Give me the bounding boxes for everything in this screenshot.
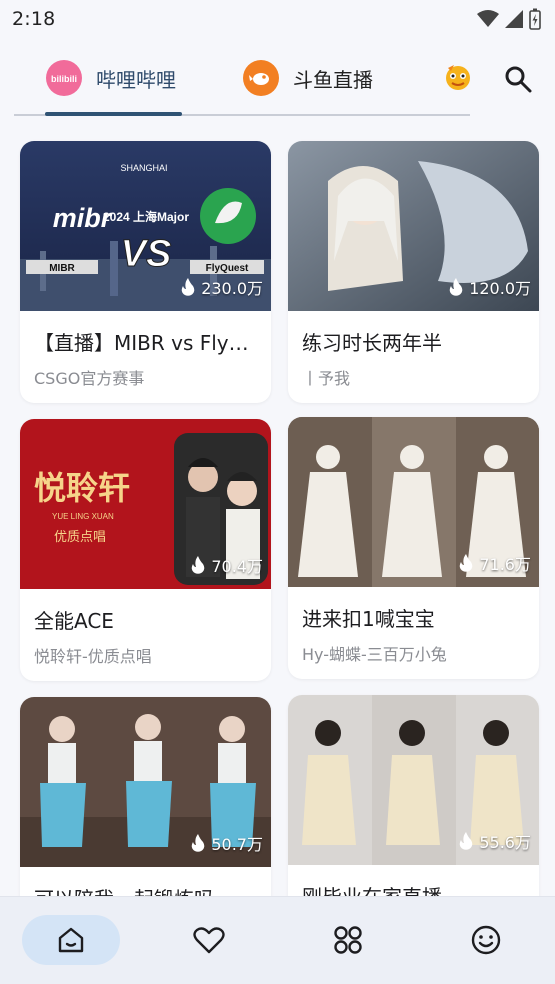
svg-text:悦聆轩: 悦聆轩 bbox=[34, 469, 130, 507]
card-title: 【直播】MIBR vs FlyQuest bbox=[34, 331, 259, 355]
viewer-count: 230.0万 bbox=[181, 275, 263, 299]
battery-icon bbox=[529, 8, 541, 30]
viewer-count: 120.0万 bbox=[449, 275, 531, 299]
card-thumbnail: 71.6万 bbox=[288, 417, 539, 587]
flame-icon bbox=[192, 834, 205, 852]
tab-label: 哔哩哔哩 bbox=[96, 67, 176, 92]
card-thumbnail: 悦聆轩 YUE LING XUAN 优质点唱 70.4万 bbox=[20, 419, 271, 589]
live-card[interactable]: SHANGHAI mibr 2024 上海Major VS MIBR FlyQu… bbox=[20, 141, 271, 403]
live-card[interactable]: 71.6万 进来扣1喊宝宝 Hy-蝴蝶-三百万小兔 bbox=[288, 417, 539, 679]
tab-douyu[interactable]: 斗鱼直播 bbox=[243, 58, 373, 98]
card-subtitle: Hy-蝴蝶-三百万小兔 bbox=[302, 645, 447, 664]
card-thumbnail: 120.0万 bbox=[288, 141, 539, 311]
flame-icon bbox=[192, 556, 205, 574]
viewer-count-text: 71.6万 bbox=[479, 555, 531, 574]
apps-icon bbox=[334, 926, 362, 954]
viewer-count-text: 120.0万 bbox=[469, 279, 531, 298]
card-subtitle: 丨予我 bbox=[302, 369, 351, 388]
flame-icon bbox=[460, 832, 473, 850]
smile-icon bbox=[471, 925, 501, 955]
viewer-count: 71.6万 bbox=[459, 551, 531, 575]
live-card[interactable]: 50.7万 可以陪我一起锻炼吗~ bbox=[20, 697, 271, 898]
nav-favorites[interactable] bbox=[160, 915, 258, 965]
live-card[interactable]: 悦聆轩 YUE LING XUAN 优质点唱 70.4万 全能ACE 悦聆轩-优… bbox=[20, 419, 271, 681]
huya-logo-icon[interactable] bbox=[443, 62, 473, 92]
nav-apps[interactable] bbox=[299, 915, 397, 965]
bottom-navigation bbox=[0, 896, 555, 984]
viewer-count-text: 50.7万 bbox=[211, 835, 263, 854]
bilibili-logo-icon: bilibili bbox=[46, 60, 82, 96]
svg-text:FlyQuest: FlyQuest bbox=[206, 263, 249, 274]
svg-text:YUE LING XUAN: YUE LING XUAN bbox=[52, 512, 114, 521]
flame-icon bbox=[181, 278, 195, 296]
signal-icon bbox=[505, 10, 523, 28]
svg-text:MIBR: MIBR bbox=[49, 263, 75, 274]
status-bar: 2:18 bbox=[0, 0, 555, 38]
card-title: 练习时长两年半 bbox=[302, 331, 442, 355]
card-subtitle: CSGO官方赛事 bbox=[34, 369, 145, 388]
viewer-count-text: 55.6万 bbox=[479, 833, 531, 852]
viewer-count: 55.6万 bbox=[459, 829, 531, 853]
tab-label: 斗鱼直播 bbox=[293, 67, 373, 92]
nav-home[interactable] bbox=[22, 915, 120, 965]
douyu-logo-icon bbox=[243, 60, 279, 96]
svg-text:SHANGHAI: SHANGHAI bbox=[120, 163, 167, 173]
svg-text:bilibili: bilibili bbox=[51, 74, 77, 84]
home-icon bbox=[58, 927, 84, 953]
card-thumbnail: 50.7万 bbox=[20, 697, 271, 867]
viewer-count-text: 70.4万 bbox=[211, 557, 263, 576]
card-subtitle: 悦聆轩-优质点唱 bbox=[34, 647, 152, 666]
heart-icon bbox=[193, 927, 225, 954]
search-icon[interactable] bbox=[503, 64, 533, 94]
card-title: 全能ACE bbox=[34, 609, 114, 633]
nav-profile[interactable] bbox=[437, 915, 535, 965]
card-thumbnail: SHANGHAI mibr 2024 上海Major VS MIBR FlyQu… bbox=[20, 141, 271, 311]
viewer-count-text: 230.0万 bbox=[201, 279, 263, 298]
tab-active-indicator bbox=[45, 112, 182, 116]
live-card[interactable]: 120.0万 练习时长两年半 丨予我 bbox=[288, 141, 539, 403]
svg-text:2024 上海Major: 2024 上海Major bbox=[103, 209, 189, 224]
flame-icon bbox=[460, 554, 473, 572]
svg-text:优质点唱: 优质点唱 bbox=[54, 530, 106, 545]
status-time: 2:18 bbox=[12, 8, 56, 30]
live-room-grid: SHANGHAI mibr 2024 上海Major VS MIBR FlyQu… bbox=[0, 138, 555, 898]
viewer-count: 70.4万 bbox=[191, 553, 263, 577]
flame-icon bbox=[449, 278, 463, 296]
card-title: 进来扣1喊宝宝 bbox=[302, 607, 435, 631]
tab-bilibili[interactable]: bilibili 哔哩哔哩 bbox=[46, 58, 176, 98]
svg-text:VS: VS bbox=[121, 233, 172, 275]
wifi-icon bbox=[477, 10, 499, 27]
status-icons bbox=[477, 8, 541, 30]
viewer-count: 50.7万 bbox=[191, 831, 263, 855]
live-card[interactable]: 55.6万 刚毕业在家直播 bbox=[288, 695, 539, 898]
platform-tabs: bilibili 哔哩哔哩 斗鱼直播 bbox=[0, 44, 555, 118]
card-thumbnail: 55.6万 bbox=[288, 695, 539, 865]
